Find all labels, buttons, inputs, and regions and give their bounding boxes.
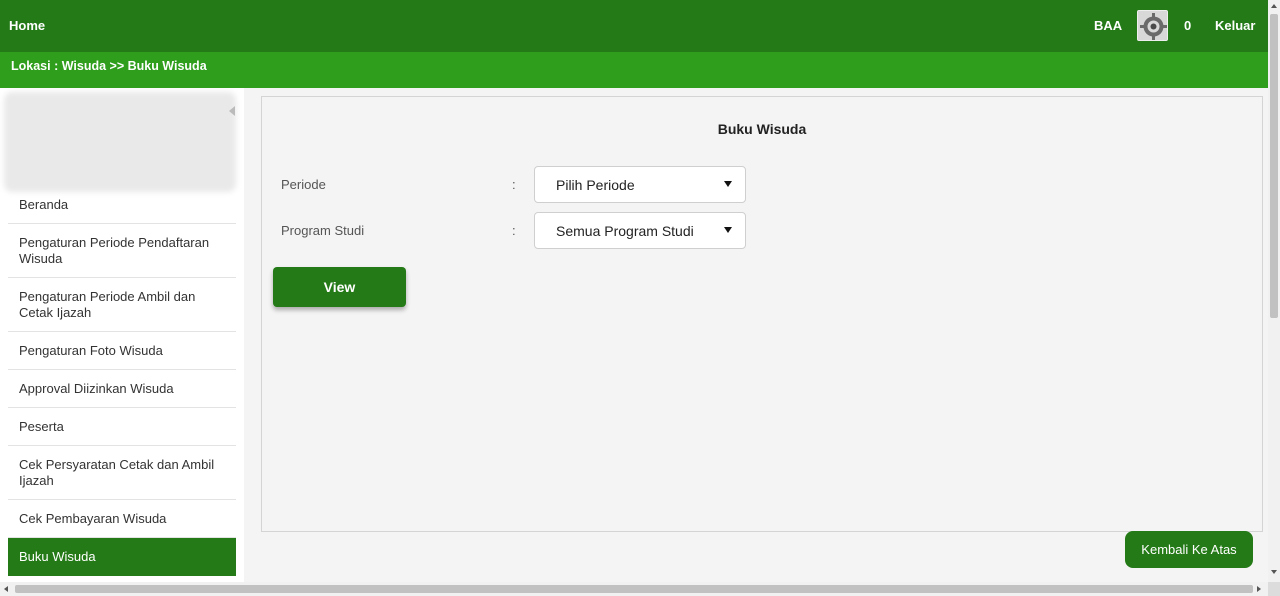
horizontal-scrollbar[interactable] xyxy=(0,582,1268,596)
page-title: Buku Wisuda xyxy=(717,121,807,137)
home-link[interactable]: Home xyxy=(9,18,45,33)
sidebar-item-peserta[interactable]: Peserta xyxy=(8,408,236,446)
periode-select[interactable]: Pilih Periode xyxy=(534,166,746,203)
sidebar-item-buku-wisuda[interactable]: Buku Wisuda xyxy=(8,538,236,576)
main-panel: Buku Wisuda Periode : Pilih Periode Prog… xyxy=(261,96,1263,532)
notification-count[interactable]: 0 xyxy=(1184,18,1191,33)
gear-icon xyxy=(1138,11,1167,40)
sidebar-item-cek-pembayaran[interactable]: Cek Pembayaran Wisuda xyxy=(8,500,236,538)
view-button[interactable]: View xyxy=(273,267,406,307)
collapse-sidebar-icon[interactable] xyxy=(229,106,235,116)
logout-link[interactable]: Keluar xyxy=(1215,18,1255,33)
sidebar-item-pengaturan-foto-wisuda[interactable]: Pengaturan Foto Wisuda xyxy=(8,332,236,370)
sidebar-item-cek-persyaratan[interactable]: Cek Persyaratan Cetak dan Ambil Ijazah xyxy=(8,446,236,500)
program-studi-label: Program Studi xyxy=(281,223,365,238)
periode-select-value: Pilih Periode xyxy=(556,177,635,193)
horizontal-scroll-thumb[interactable] xyxy=(15,585,1253,593)
chevron-down-icon xyxy=(724,181,732,187)
gear-avatar-icon[interactable] xyxy=(1137,10,1168,41)
user-role-label: BAA xyxy=(1094,18,1123,33)
vertical-scrollbar[interactable] xyxy=(1268,0,1280,582)
chevron-down-icon xyxy=(724,227,732,233)
scroll-up-icon[interactable] xyxy=(1271,4,1277,8)
profile-card-blurred xyxy=(4,92,236,192)
back-to-top-button[interactable]: Kembali Ke Atas xyxy=(1125,531,1253,568)
program-studi-colon: : xyxy=(512,223,516,238)
program-studi-select[interactable]: Semua Program Studi xyxy=(534,212,746,249)
periode-label: Periode xyxy=(281,177,326,192)
sidebar-menu: Beranda Pengaturan Periode Pendaftaran W… xyxy=(8,186,236,576)
vertical-scroll-thumb[interactable] xyxy=(1270,14,1278,318)
sidebar-item-pengaturan-periode-ambil-cetak-ijazah[interactable]: Pengaturan Periode Ambil dan Cetak Ijaza… xyxy=(8,278,236,332)
breadcrumb-bar: Lokasi : Wisuda >> Buku Wisuda xyxy=(0,52,1268,88)
sidebar-item-pengaturan-periode-pendaftaran[interactable]: Pengaturan Periode Pendaftaran Wisuda xyxy=(8,224,236,278)
breadcrumb: Lokasi : Wisuda >> Buku Wisuda xyxy=(11,59,207,73)
scrollbar-corner xyxy=(1268,582,1280,596)
top-header-bar: Home BAA 0 Keluar xyxy=(0,0,1268,52)
scroll-left-icon[interactable] xyxy=(4,586,8,592)
scroll-down-icon[interactable] xyxy=(1271,570,1277,574)
sidebar: Beranda Pengaturan Periode Pendaftaran W… xyxy=(0,88,244,582)
periode-colon: : xyxy=(512,177,516,192)
scroll-right-icon[interactable] xyxy=(1257,586,1261,592)
sidebar-item-approval-diizinkan-wisuda[interactable]: Approval Diizinkan Wisuda xyxy=(8,370,236,408)
sidebar-item-beranda[interactable]: Beranda xyxy=(8,186,236,224)
program-studi-select-value: Semua Program Studi xyxy=(556,223,694,239)
